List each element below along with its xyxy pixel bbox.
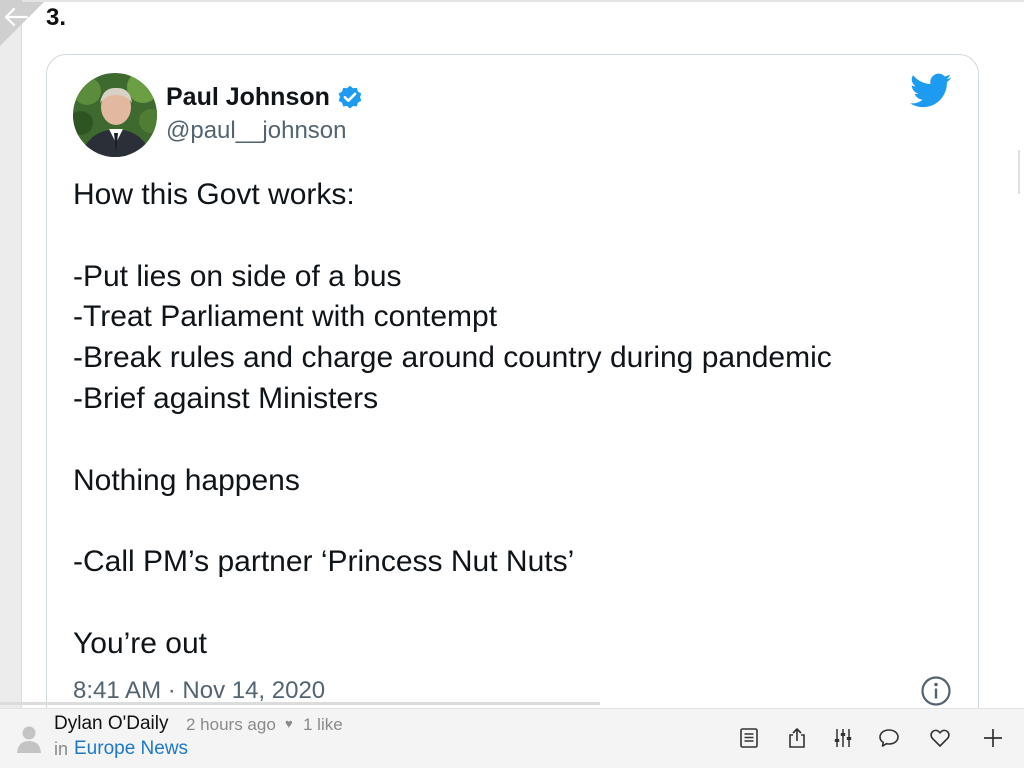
post-author[interactable]: Dylan O'Daily bbox=[54, 713, 169, 735]
back-arrow-icon[interactable] bbox=[3, 6, 29, 28]
heart-icon[interactable] bbox=[929, 727, 951, 749]
author-avatar[interactable] bbox=[73, 73, 157, 157]
user-avatar-icon[interactable] bbox=[16, 725, 42, 753]
share-icon[interactable] bbox=[786, 727, 808, 749]
section-number: 3. bbox=[46, 4, 67, 31]
tweet-line: -Break rules and charge around country d… bbox=[73, 341, 832, 375]
like-count-heart-icon: ♥ bbox=[285, 716, 293, 731]
tweet-timestamp[interactable]: 8:41 AM · Nov 14, 2020 bbox=[73, 677, 325, 705]
post-time: 2 hours ago bbox=[186, 715, 276, 734]
tweet-body: How this Govt works: -Put lies on side o… bbox=[73, 175, 953, 665]
top-divider bbox=[22, 0, 1024, 2]
like-count: 1 like bbox=[303, 715, 343, 734]
scroll-indicator[interactable] bbox=[1018, 150, 1024, 194]
tweet-line: You’re out bbox=[73, 626, 208, 660]
tweet-line: -Call PM’s partner ‘Princess Nut Nuts’ bbox=[73, 545, 575, 579]
filter-sliders-icon[interactable] bbox=[832, 727, 854, 749]
embedded-tweet-card[interactable]: Paul Johnson @paul__johnson How this Gov… bbox=[46, 54, 979, 754]
left-gutter bbox=[0, 0, 22, 708]
author-name[interactable]: Paul Johnson bbox=[166, 83, 364, 112]
tweet-line: -Treat Parliament with contempt bbox=[73, 300, 498, 334]
source-link[interactable]: Europe News bbox=[74, 738, 188, 760]
twitter-bird-icon[interactable] bbox=[910, 73, 952, 109]
author-name-text: Paul Johnson bbox=[166, 83, 330, 111]
author-handle[interactable]: @paul__johnson bbox=[166, 117, 347, 145]
reader-view-icon[interactable] bbox=[738, 727, 760, 749]
plus-icon[interactable] bbox=[982, 727, 1004, 749]
tweet-line: -Brief against Ministers bbox=[73, 381, 379, 415]
source-prefix: in bbox=[54, 739, 69, 759]
tweet-line: How this Govt works: bbox=[73, 178, 355, 211]
comment-icon[interactable] bbox=[878, 727, 900, 749]
verified-badge-icon bbox=[338, 85, 362, 108]
footer-separator bbox=[0, 702, 600, 705]
info-icon[interactable] bbox=[920, 675, 952, 707]
article-footer-bar: Dylan O'Daily 2 hours ago ♥ 1 like in Eu… bbox=[0, 708, 1024, 768]
tweet-line: -Put lies on side of a bus bbox=[73, 259, 402, 293]
tweet-line: Nothing happens bbox=[73, 463, 300, 497]
